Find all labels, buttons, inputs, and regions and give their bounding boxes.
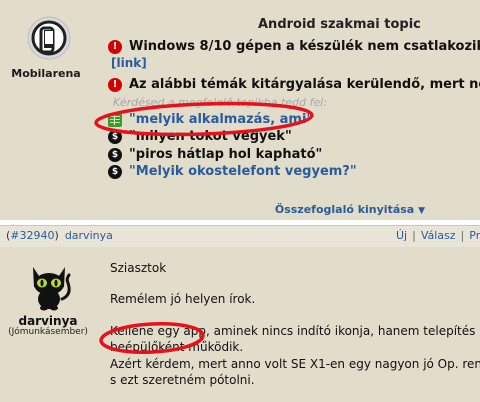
topic-summary: Android szakmai topic ! Windows 8/10 gép… (108, 0, 480, 220)
post-number-link[interactable]: #32940 (10, 229, 54, 242)
post-body: darvinya (Jómunkásember) Sziasztok Remél… (0, 247, 480, 402)
summary-topic-link[interactable]: "piros hátlap hol kapható" (129, 147, 322, 162)
summary-username[interactable]: Mobilarena (0, 67, 92, 80)
book-icon (108, 112, 122, 127)
summary-warning-row-1: ! Windows 8/10 gépen a készülék nem csat… (108, 39, 480, 54)
post-actions: Új | Válasz | Priv (396, 229, 480, 242)
summary-link-row[interactable]: [link] (111, 56, 147, 70)
post-line: Kellene egy app, aminek nincs indító iko… (110, 324, 480, 338)
post-username[interactable]: darvinya (0, 314, 96, 328)
summary-topic-link[interactable]: "Melyik okostelefont vegyem?" (129, 164, 357, 179)
post-line: Remélem jó helyen írok. (110, 292, 256, 306)
summary-link[interactable]: [link] (111, 56, 147, 70)
dollar-icon: $ (108, 147, 122, 162)
post-line: Sziasztok (110, 261, 167, 275)
mobilarena-logo-icon[interactable] (27, 15, 71, 63)
cat-avatar-icon[interactable] (24, 259, 74, 311)
summary-row-text: Windows 8/10 gépen a készülék nem csatla… (129, 39, 480, 54)
summary-topic-row-app[interactable]: "melyik alkalmazás, ami" (108, 112, 313, 127)
post-line: Azért kérdem, mert anno volt SE X1-en eg… (110, 357, 480, 371)
separator: | (460, 229, 465, 242)
post-line: beépülőként működik. (110, 340, 244, 354)
separator: | (412, 229, 416, 242)
summary-topic-row-backcover[interactable]: $ "piros hátlap hol kapható" (108, 147, 322, 162)
new-post-button[interactable]: Új (396, 229, 407, 242)
summary-row-text: Az alábbi témák kitárgyalása kerülendő, … (129, 77, 480, 92)
post-header: (#32940)darvinya Új | Válasz | Priv (0, 225, 480, 248)
summary-topic-link[interactable]: "milyen tokot vegyek" (129, 129, 292, 144)
summary-topic-link[interactable]: "melyik alkalmazás, ami" (129, 112, 313, 127)
post-user-rank: (Jómunkásember) (8, 327, 88, 337)
summary-expand-button[interactable]: Összefoglaló kinyitása ▼ (275, 203, 425, 216)
summary-topic-row-case[interactable]: $ "milyen tokot vegyek" (108, 129, 292, 144)
chevron-down-icon: ▼ (418, 206, 425, 216)
summary-author-panel: Mobilarena (0, 0, 92, 220)
warning-icon: ! (108, 39, 122, 54)
summary-expand-label: Összefoglaló kinyitása (274, 203, 415, 216)
topic-summary-post: Mobilarena Android szakmai topic ! Windo… (0, 0, 480, 220)
post-author-link[interactable]: darvinya (65, 229, 113, 242)
private-message-button[interactable]: Priv (469, 229, 480, 242)
summary-warning-row-2: ! Az alábbi témák kitárgyalása kerülendő… (108, 77, 480, 92)
forum-page: Mobilarena Android szakmai topic ! Windo… (0, 0, 480, 402)
summary-title: Android szakmai topic (258, 17, 421, 32)
summary-hint: Kérdésed a megfelelő topikba tedd fel: (113, 96, 327, 109)
dollar-icon: $ (108, 129, 122, 144)
reply-button[interactable]: Válasz (421, 229, 456, 242)
warning-icon: ! (108, 77, 122, 92)
dollar-icon: $ (108, 164, 122, 179)
post-line: s ezt szeretném pótolni. (110, 373, 255, 387)
post-meta: (#32940) darvinya (6, 229, 113, 242)
summary-topic-row-phone[interactable]: $ "Melyik okostelefont vegyem?" (108, 164, 357, 179)
